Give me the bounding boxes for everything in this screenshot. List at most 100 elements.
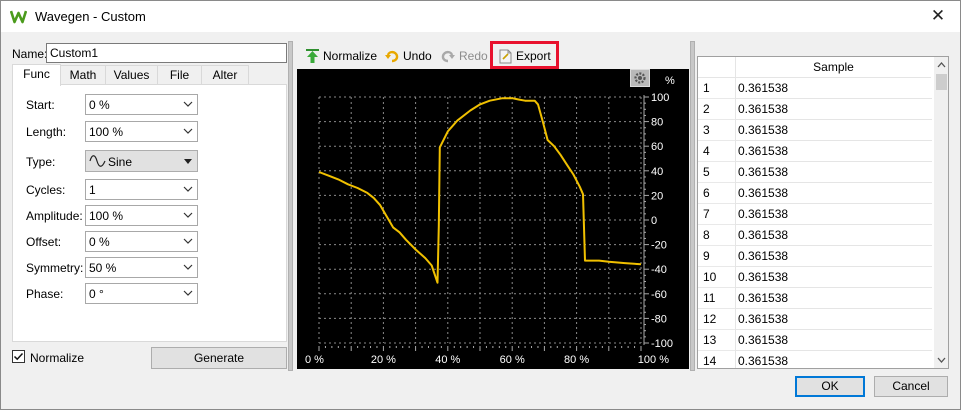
sample-table[interactable]: Sample 1 0.361538 2 0.361538 3 0.361538 4 0.361… [697,56,949,369]
sample-value-cell[interactable]: 0.361538 [735,351,932,368]
normalize-checkbox[interactable] [12,350,25,363]
x-tick-label: 80 % [564,354,589,366]
window-title: Wavegen - Custom [35,9,146,24]
scrollbar-thumb[interactable] [936,74,947,90]
table-row[interactable]: 10 0.361538 [698,267,932,288]
table-row[interactable]: 2 0.361538 [698,99,932,120]
y-tick-label: 100 [651,92,669,104]
table-corner [698,57,735,78]
table-row[interactable]: 3 0.361538 [698,120,932,141]
table-row[interactable]: 12 0.361538 [698,309,932,330]
cycles-combo[interactable]: 1 [85,179,198,200]
table-row[interactable]: 14 0.361538 [698,351,932,368]
sample-value-cell[interactable]: 0.361538 [735,246,932,267]
sample-value-cell[interactable]: 0.361538 [735,141,932,162]
y-tick-label: -80 [651,313,667,325]
gear-icon[interactable] [630,69,650,87]
start-combo[interactable]: 0 % [85,94,198,115]
table-row[interactable]: 8 0.361538 [698,225,932,246]
sample-value-cell[interactable]: 0.361538 [735,288,932,309]
redo-button[interactable]: Redo [441,47,488,65]
y-tick-label: 40 [651,166,663,178]
table-row[interactable]: 9 0.361538 [698,246,932,267]
tab-math[interactable]: Math [60,65,106,85]
y-tick-label: 60 [651,141,663,153]
x-tick-label: 60 % [500,354,525,366]
export-highlight-box [490,41,559,69]
row-index: 10 [698,267,735,288]
table-row[interactable]: 11 0.361538 [698,288,932,309]
sample-value-cell[interactable]: 0.361538 [735,99,932,120]
row-index: 1 [698,78,735,99]
sample-value-cell[interactable]: 0.361538 [735,162,932,183]
chevron-down-icon [183,290,193,296]
ok-button[interactable]: OK [795,376,865,397]
amplitude-value: 100 % [89,209,124,223]
checkmark-icon [13,352,24,361]
sample-value-cell[interactable]: 0.361538 [735,78,932,99]
normalize-toolbar-label: Normalize [323,49,378,63]
row-index: 7 [698,204,735,225]
table-row[interactable]: 4 0.361538 [698,141,932,162]
sample-value-cell[interactable]: 0.361538 [735,267,932,288]
tab-func[interactable]: Func [12,64,61,86]
phase-combo[interactable]: 0 ° [85,283,198,304]
tab-values[interactable]: Values [105,65,158,85]
sample-value-cell[interactable]: 0.361538 [735,183,932,204]
waveforms-logo-icon [10,10,27,24]
cancel-button[interactable]: Cancel [874,376,948,397]
type-dropdown[interactable]: Sine [85,150,198,172]
generate-button[interactable]: Generate [151,347,287,369]
symmetry-combo[interactable]: 50 % [85,257,198,278]
tab-file[interactable]: File [157,65,202,85]
sample-value-cell[interactable]: 0.361538 [735,120,932,141]
undo-button[interactable]: Undo [385,47,432,65]
row-index: 5 [698,162,735,183]
scroll-up-icon[interactable] [937,61,946,69]
sample-value-cell[interactable]: 0.361538 [735,330,932,351]
waveform-series-line [318,97,642,284]
symmetry-label: Symmetry: [26,261,84,275]
row-index: 12 [698,309,735,330]
sample-value-cell[interactable]: 0.361538 [735,204,932,225]
table-row[interactable]: 1 0.361538 [698,78,932,99]
row-index: 8 [698,225,735,246]
cycles-label: Cycles: [26,183,66,197]
row-index: 11 [698,288,735,309]
type-value: Sine [108,155,133,169]
row-index: 13 [698,330,735,351]
sample-value-cell[interactable]: 0.361538 [735,309,932,330]
table-row[interactable]: 5 0.361538 [698,162,932,183]
length-combo[interactable]: 100 % [85,121,198,142]
sample-value-cell[interactable]: 0.361538 [735,225,932,246]
amplitude-label: Amplitude: [26,209,83,223]
waveform-plot[interactable]: 100 80 60 40 20 0 -20 -40 -60 -80 -100% 0 % 20 % 40 %… [297,69,689,369]
dropdown-arrow-icon [184,159,192,164]
chevron-down-icon [183,264,193,270]
chevron-down-icon [183,186,193,192]
close-icon[interactable]: ✕ [926,4,950,28]
normalize-toolbar-button[interactable]: Normalize [306,47,377,65]
x-tick-label: 20 % [371,354,396,366]
sample-column-header[interactable]: Sample [735,57,931,78]
normalize-arrow-icon [306,49,319,63]
table-row[interactable]: 6 0.361538 [698,183,932,204]
length-value: 100 % [89,125,124,139]
row-index: 9 [698,246,735,267]
waveform-chart[interactable]: 100 80 60 40 20 0 -20 -40 -60 -80 -100% 0 % 20 % 40 %… [297,69,689,369]
offset-combo[interactable]: 0 % [85,231,198,252]
x-tick-label: 0 % [305,354,324,366]
left-splitter[interactable] [288,41,293,371]
name-input[interactable]: Custom1 [46,43,287,63]
table-row[interactable]: 7 0.361538 [698,204,932,225]
amplitude-combo[interactable]: 100 % [85,205,198,226]
table-row[interactable]: 13 0.361538 [698,330,932,351]
right-splitter[interactable] [690,41,695,371]
tab-alter[interactable]: Alter [201,65,249,85]
x-tick-label: 40 % [435,354,460,366]
row-index: 4 [698,141,735,162]
table-scrollbar[interactable] [934,57,948,368]
row-index: 2 [698,99,735,120]
scroll-down-icon[interactable] [937,356,946,364]
undo-icon [385,50,399,63]
